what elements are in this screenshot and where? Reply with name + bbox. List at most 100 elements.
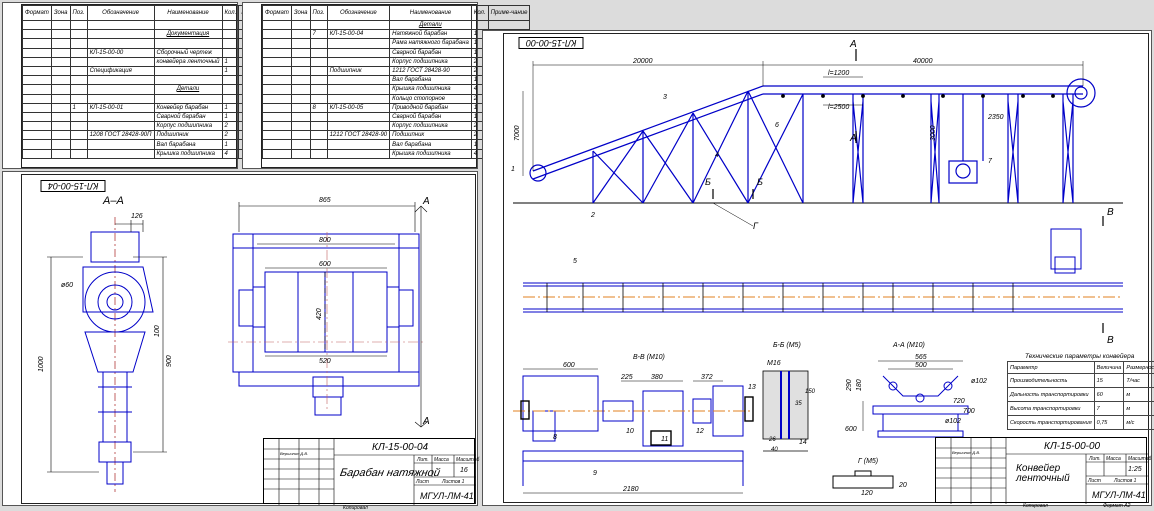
spec1-cell [222, 21, 239, 30]
spec1-cell: 1208 ГОСТ 28428-90П [87, 131, 154, 140]
spec2-cell [327, 48, 390, 57]
title-block-right: КЛ-15-00-00 Конвейер ленточный Лит. Масс… [935, 437, 1147, 503]
spec1-cell [23, 149, 52, 158]
spec1-cell [51, 48, 70, 57]
spec2-cell: Кольцо стопорное [390, 94, 472, 103]
spec2-cell: КЛ-15-00-05 [327, 103, 390, 112]
spec1-cell [154, 76, 222, 85]
vdim-m16: М16 [767, 360, 781, 367]
spec1-cell: Корпус подшипника [154, 122, 222, 131]
spec2-cell [291, 21, 310, 30]
spec2-cell: Детали [390, 21, 472, 30]
spec2-header-cell: Формат [263, 6, 292, 21]
spec2-cell: КЛ-15-00-04 [327, 30, 390, 39]
vdim-720: 720 [953, 398, 965, 405]
spec1-cell [87, 94, 154, 103]
spec1-cell: Конвейер барабан [154, 103, 222, 112]
stamp-scale-right: 1:25 [1128, 466, 1142, 473]
spec1-cell [51, 140, 70, 149]
spec1-cell: Подшипник [154, 131, 222, 140]
spec2-cell: 1212 ГОСТ 28428-90 [390, 66, 472, 75]
spec1-cell: 1 [70, 103, 87, 112]
spec2-cell [263, 103, 292, 112]
spec2-cell: Вал барабана [390, 140, 472, 149]
vdim-20: 20 [898, 482, 907, 489]
spec1-cell [51, 57, 70, 66]
spec1-cell [70, 94, 87, 103]
spec1-cell [70, 140, 87, 149]
dim-60: ø60 [61, 282, 73, 289]
spec2-cell: Натяжной барабан [390, 30, 472, 39]
marker-v-bottom: В [1107, 335, 1114, 346]
spec2-cell: 8 [310, 103, 327, 112]
spec1-cell [23, 21, 52, 30]
spec1-cell: 2 [222, 131, 239, 140]
spec2-cell: Корпус подшипника [390, 57, 472, 66]
spec2-cell [263, 76, 292, 85]
spec1-cell: 4 [222, 149, 239, 158]
spec2-cell [291, 122, 310, 131]
spec1-cell [23, 85, 52, 94]
spec2-header-cell: Кол. [471, 6, 488, 21]
spec2-header-cell: Наименование [390, 6, 472, 21]
spec1-cell [222, 30, 239, 39]
spec1-cell [70, 112, 87, 121]
spec1-cell [154, 21, 222, 30]
pos-10: 10 [626, 428, 634, 435]
spec1-header-cell: Зона [51, 6, 70, 21]
spec1-cell [51, 149, 70, 158]
spec1-cell [154, 94, 222, 103]
pos-8: 8 [553, 434, 557, 441]
spec2-cell [291, 149, 310, 158]
params-cell: 7 [1094, 402, 1124, 416]
dim-3000: 3000 [930, 125, 937, 141]
spec1-cell [51, 103, 70, 112]
params-header-cell: Размерность [1124, 362, 1154, 374]
params-cell: м [1124, 402, 1154, 416]
spec1-cell [222, 76, 239, 85]
params-row: Высота транспортировки7м [1008, 402, 1154, 416]
spec1-cell [154, 39, 222, 48]
spec2-cell [327, 39, 390, 48]
dim-7000: 7000 [514, 125, 521, 141]
spec2-cell [310, 112, 327, 121]
spec1-cell [23, 131, 52, 140]
spec1-cell [51, 30, 70, 39]
spec1-cell: 1 [222, 66, 239, 75]
spec2-cell [310, 39, 327, 48]
spec1-cell [23, 103, 52, 112]
spec1-cell [70, 30, 87, 39]
spec2-cell [488, 21, 530, 30]
spec1-cell: Документация [154, 30, 222, 39]
spec2-cell: Вал барабана [390, 76, 472, 85]
spec1-cell [23, 39, 52, 48]
spec2-cell [291, 57, 310, 66]
spec1-cell: 1 [222, 103, 239, 112]
spec1-cell [51, 131, 70, 140]
spec2-cell [263, 149, 292, 158]
spec1-cell [23, 140, 52, 149]
spec2-cell [310, 76, 327, 85]
stamp-org-right: МГУЛ-ЛМ-41 [1092, 490, 1146, 500]
stamp-title-right: Конвейер ленточный [1016, 464, 1076, 484]
spec2-cell [263, 66, 292, 75]
spec2-cell [263, 30, 292, 39]
stamp-sheets-right: Листов 1 [1114, 478, 1136, 484]
spec2-cell [327, 140, 390, 149]
vdim-600b: 600 [845, 426, 857, 433]
spec1-cell: конвейера ленточный [154, 57, 222, 66]
section-aa-roller [873, 376, 968, 437]
drawing-conveyor: КЛ-15-00-00 [482, 30, 1152, 506]
params-row: Скорость транспортирования0,75м/с [1008, 416, 1154, 430]
spec1-cell [70, 39, 87, 48]
spec1-cell: 1 [222, 140, 239, 149]
spec-sheet-2: ФорматЗонаПоз.ОбозначениеНаименованиеКол… [242, 2, 478, 169]
spec1-cell [70, 149, 87, 158]
section-marker-a-bottom: А [422, 416, 430, 427]
spec2-cell [263, 21, 292, 30]
spec1-cell [23, 57, 52, 66]
spec2-cell [310, 149, 327, 158]
spec1-cell [87, 149, 154, 158]
vdim-35: 35 [795, 401, 802, 407]
spec1-cell [51, 76, 70, 85]
